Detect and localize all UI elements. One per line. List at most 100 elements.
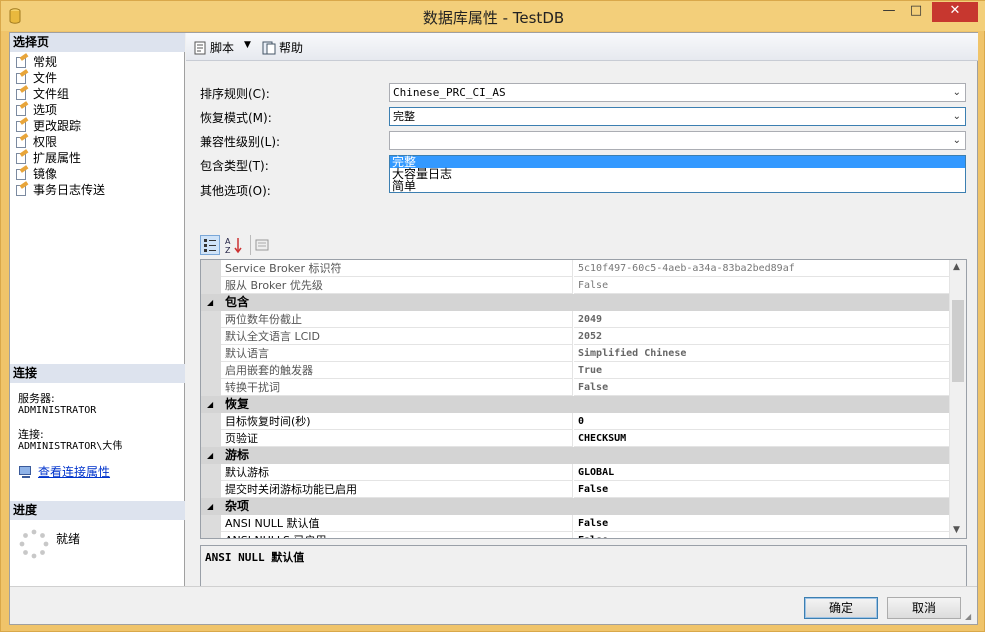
property-value[interactable]: GLOBAL	[574, 464, 950, 481]
property-value[interactable]: False	[574, 532, 950, 538]
grid-row[interactable]: 默认语言 Simplified Chinese	[201, 345, 950, 362]
select-page-header: 选择页	[10, 33, 185, 52]
nav-item[interactable]: 权限	[13, 133, 183, 150]
nav-item[interactable]: 扩展属性	[13, 149, 183, 166]
compat-level-combo[interactable]: ⌄	[389, 131, 966, 150]
nav-item[interactable]: 常规	[13, 53, 183, 70]
grid-category[interactable]: ◢ 游标	[201, 447, 950, 464]
page-icon	[13, 69, 29, 85]
collation-label: 排序规则(C):	[200, 87, 270, 101]
maximize-button[interactable]: □	[903, 2, 929, 22]
grid-category[interactable]: ◢ 包含	[201, 294, 950, 311]
grid-row-margin	[201, 345, 221, 362]
grid-row[interactable]: 启用嵌套的触发器 True	[201, 362, 950, 379]
script-button[interactable]: 脚本	[193, 39, 234, 56]
nav-item[interactable]: 文件组	[13, 85, 183, 102]
grid-category[interactable]: ◢ 杂项	[201, 498, 950, 515]
recovery-model-dropdown[interactable]: 完整 大容量日志 简单	[389, 155, 966, 193]
grid-category[interactable]: ◢ 恢复	[201, 396, 950, 413]
grid-category-label: 杂项	[225, 499, 250, 513]
grid-row[interactable]: 目标恢复时间(秒) 0	[201, 413, 950, 430]
grid-row[interactable]: Service Broker 标识符 5c10f497-60c5-4aeb-a34…	[201, 260, 950, 277]
dropdown-option[interactable]: 完整	[390, 156, 965, 168]
grid-row[interactable]: 服从 Broker 优先级 False	[201, 277, 950, 294]
property-value[interactable]: 2049	[574, 311, 950, 328]
property-name: 页验证	[221, 430, 573, 447]
collapse-icon[interactable]: ◢	[207, 498, 213, 515]
scroll-up-icon[interactable]: ▲	[953, 262, 960, 272]
grid-row-margin	[201, 413, 221, 430]
title-bar[interactable]: 数据库属性 - TestDB — □ ✕	[1, 1, 985, 31]
nav-item-label: 文件	[33, 71, 58, 85]
vertical-scrollbar[interactable]: ▲ ▼	[949, 260, 966, 538]
property-value[interactable]: True	[574, 362, 950, 379]
dialog-button-bar: 确定 取消 ◢	[10, 586, 977, 624]
property-name: 提交时关闭游标功能已启用	[221, 481, 573, 498]
recovery-label: 恢复模式(M):	[200, 111, 272, 125]
collation-combo[interactable]: Chinese_PRC_CI_AS ⌄	[389, 83, 966, 102]
property-value[interactable]: False	[574, 379, 950, 396]
property-value[interactable]: Simplified Chinese	[574, 345, 950, 362]
property-name: ANSI NULLS 已启用	[221, 532, 573, 538]
minimize-button[interactable]: —	[876, 2, 902, 22]
property-value[interactable]: CHECKSUM	[574, 430, 950, 447]
scroll-down-icon[interactable]: ▼	[953, 525, 960, 535]
script-label: 脚本	[210, 41, 235, 55]
nav-item[interactable]: 选项	[13, 101, 183, 118]
resize-grip-icon[interactable]: ◢	[965, 612, 975, 622]
script-icon	[194, 41, 206, 54]
alphabetical-view-button[interactable]: A Z	[224, 235, 244, 255]
property-grid[interactable]: Service Broker 标识符 5c10f497-60c5-4aeb-a34…	[200, 259, 967, 539]
dropdown-option[interactable]: 大容量日志	[390, 168, 965, 180]
property-value[interactable]: False	[574, 515, 950, 532]
property-value[interactable]: False	[574, 481, 950, 498]
property-name: 启用嵌套的触发器	[221, 362, 573, 379]
nav-item[interactable]: 镜像	[13, 165, 183, 182]
grid-row[interactable]: 默认全文语言 LCID 2052	[201, 328, 950, 345]
grid-row[interactable]: 默认游标 GLOBAL	[201, 464, 950, 481]
property-value[interactable]: 0	[574, 413, 950, 430]
property-name: 默认语言	[221, 345, 573, 362]
collapse-icon[interactable]: ◢	[207, 294, 213, 311]
page-icon	[13, 165, 29, 181]
grid-row[interactable]: 转换干扰词 False	[201, 379, 950, 396]
compat-level-label: 兼容性级别(L):	[200, 135, 281, 149]
collapse-icon[interactable]: ◢	[207, 447, 213, 464]
nav-item[interactable]: 事务日志传送	[13, 181, 183, 198]
nav-item[interactable]: 文件	[13, 69, 183, 86]
dialog-client: 选择页 常规 文件 文件组 选项 更改跟踪 权限 扩展属性 镜像 事务日志传送 连接 服务器: …	[9, 32, 978, 625]
window-title: 数据库属性 - TestDB	[422, 9, 565, 27]
grid-row[interactable]: 页验证 CHECKSUM	[201, 430, 950, 447]
categorized-icon	[204, 239, 216, 252]
property-name: 两位数年份截止	[221, 311, 573, 328]
chevron-down-icon: ⌄	[952, 111, 961, 122]
close-button[interactable]: ✕	[932, 2, 978, 22]
grid-row[interactable]: 两位数年份截止 2049	[201, 311, 950, 328]
nav-item-label: 更改跟踪	[33, 119, 82, 133]
collapse-icon[interactable]: ◢	[207, 396, 213, 413]
server-value: ADMINISTRATOR	[18, 405, 97, 416]
nav-item[interactable]: 更改跟踪	[13, 117, 183, 134]
categorized-view-button[interactable]	[200, 235, 220, 255]
recovery-model-combo[interactable]: 完整 ⌄	[389, 107, 966, 126]
page-nav-list: 常规 文件 文件组 选项 更改跟踪 权限 扩展属性 镜像 事务日志传送	[13, 53, 183, 198]
property-value[interactable]: 2052	[574, 328, 950, 345]
property-value[interactable]: 5c10f497-60c5-4aeb-a34a-83ba2bed89af	[574, 260, 950, 277]
scrollbar-thumb[interactable]	[952, 300, 964, 382]
property-pages-button[interactable]	[250, 235, 270, 255]
dropdown-option[interactable]: 简单	[390, 180, 965, 192]
grid-row[interactable]: 提交时关闭游标功能已启用 False	[201, 481, 950, 498]
grid-row[interactable]: ANSI NULL 默认值 False	[201, 515, 950, 532]
page-icon	[13, 85, 29, 101]
view-connection-link[interactable]: 查看连接属性	[38, 463, 110, 480]
script-dropdown-arrow[interactable]: ▼	[244, 40, 251, 50]
cancel-button[interactable]: 取消	[887, 597, 961, 619]
other-options-label: 其他选项(O):	[200, 184, 271, 198]
server-label: 服务器:	[18, 392, 55, 405]
property-value[interactable]: False	[574, 277, 950, 294]
grid-row[interactable]: ANSI NULLS 已启用False	[201, 532, 950, 538]
property-name: ANSI NULL 默认值	[221, 515, 573, 532]
help-button[interactable]: 帮助	[262, 39, 303, 56]
ok-button[interactable]: 确定	[804, 597, 878, 619]
view-connection-properties[interactable]: 查看连接属性	[18, 463, 110, 480]
